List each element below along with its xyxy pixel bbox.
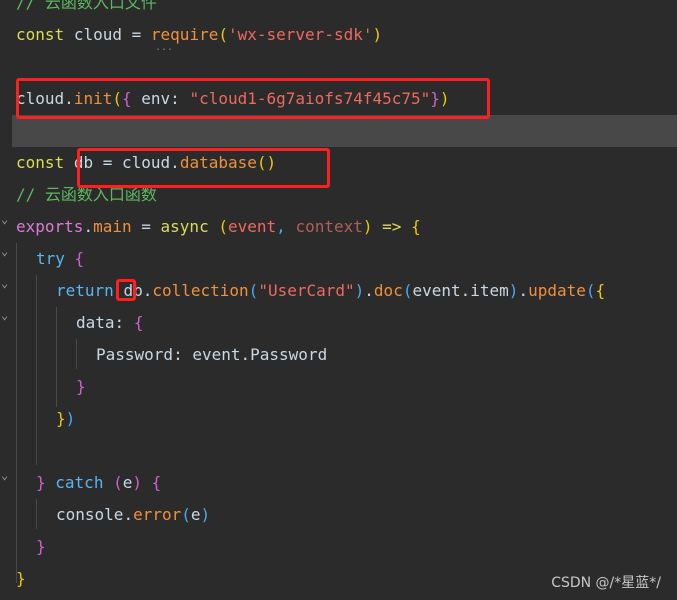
code-line-return: return db.collection("UserCard").doc(eve… [56,281,606,300]
code-line-close-brace: } [16,569,26,588]
code-line-try: try { [36,249,85,268]
identifier: exports [16,217,84,236]
identifier: console [56,505,124,524]
current-line-highlight [12,115,677,147]
fold-chevron-icon[interactable]: ⌄ [1,212,13,226]
property: main [93,217,132,236]
parameter: context [295,217,363,236]
keyword: try [36,249,65,268]
operator: = [141,217,151,236]
code-line-close-brace: } [36,537,46,556]
code-line-close-update: }) [56,409,76,428]
indent-guide [36,275,37,465]
function-name: doc [373,281,403,300]
identifier: cloud [73,25,122,44]
keyword: return [56,281,114,300]
identifier: event.item [412,281,509,300]
arrow-operator: => [382,217,402,236]
code-line-password: Password: event.Password [96,339,327,371]
keyword: const [16,153,65,172]
parameter: e [122,473,133,492]
function-name: error [133,505,182,524]
parameter: event [227,217,277,236]
annotation-box-await-missing [116,279,136,301]
string-literal: 'wx-server-sdk' [227,25,373,44]
identifier: event.Password [192,345,328,364]
fold-chevron-icon[interactable]: ⌄ [1,244,13,258]
fold-chevron-icon[interactable]: ⌄ [1,308,13,322]
indent-guide [16,243,17,583]
code-line-catch: } catch (e) { [36,473,162,492]
ellipsis-hint-icon: ... [155,42,174,53]
function-name: collection [152,281,249,300]
annotation-box-database [77,148,330,188]
keyword: async [160,217,209,236]
annotation-box-cloud-init [16,78,490,119]
indent-guide [76,339,77,369]
fold-chevron-icon[interactable]: ⌄ [1,276,13,290]
code-line-data: data: { [76,313,144,332]
string-literal: "UserCard" [258,281,355,300]
code-line-exports-main: exports.main = async (event, context) =>… [16,217,421,236]
object-key: Password: [96,345,183,364]
identifier: e [190,505,201,524]
indent-guide [36,499,37,529]
operator: = [131,25,142,44]
code-line-require: const cloud = require('wx-server-sdk') [16,25,383,44]
fold-chevron-icon[interactable]: ⌄ [1,468,13,482]
keyword: const [16,25,65,44]
code-line-close-brace: } [76,377,86,396]
keyword: catch [55,473,104,492]
code-line-console-error: console.error(e) [56,505,211,524]
code-line-comment: // 云函数入口文件 [16,0,157,12]
indent-guide [56,307,57,407]
object-key: data: [76,313,125,332]
watermark: CSDN @/*星蓝*/ [551,575,661,591]
code-editor[interactable]: ⌄ ⌄ ⌄ ⌄ ⌄ // 云函数入口文件 const cloud = requi… [0,0,677,600]
function-name: update [528,281,586,300]
